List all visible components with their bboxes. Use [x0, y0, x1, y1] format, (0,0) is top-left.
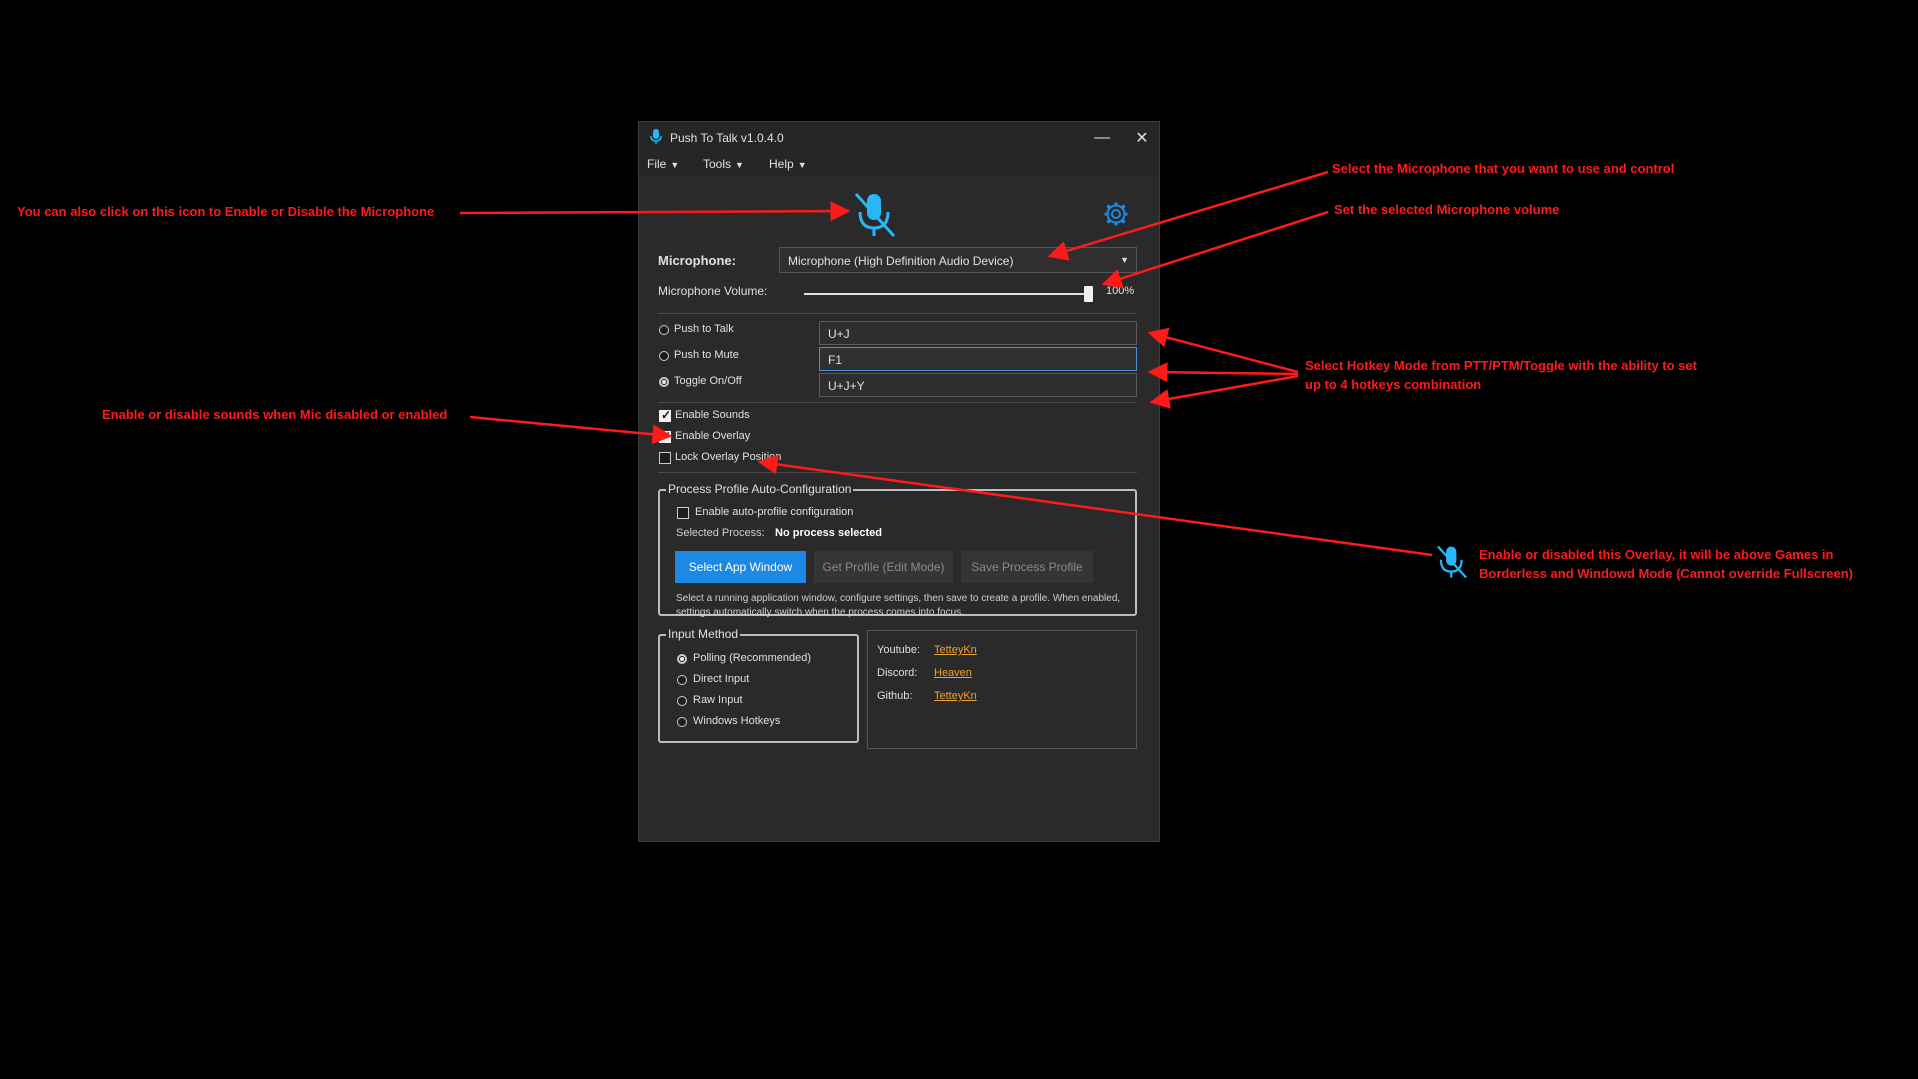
arrow-hotkey-1 — [1147, 327, 1299, 374]
arrow-mic-icon — [459, 201, 851, 222]
arrow-overlay — [757, 454, 1433, 557]
arrow-hotkey-3 — [1149, 374, 1299, 409]
arrow-sounds — [469, 415, 673, 445]
arrow-volume — [1101, 210, 1329, 289]
annotation-arrows — [459, 170, 1433, 557]
arrow-select-mic — [1047, 170, 1329, 261]
arrow-hotkey-2 — [1147, 362, 1299, 383]
